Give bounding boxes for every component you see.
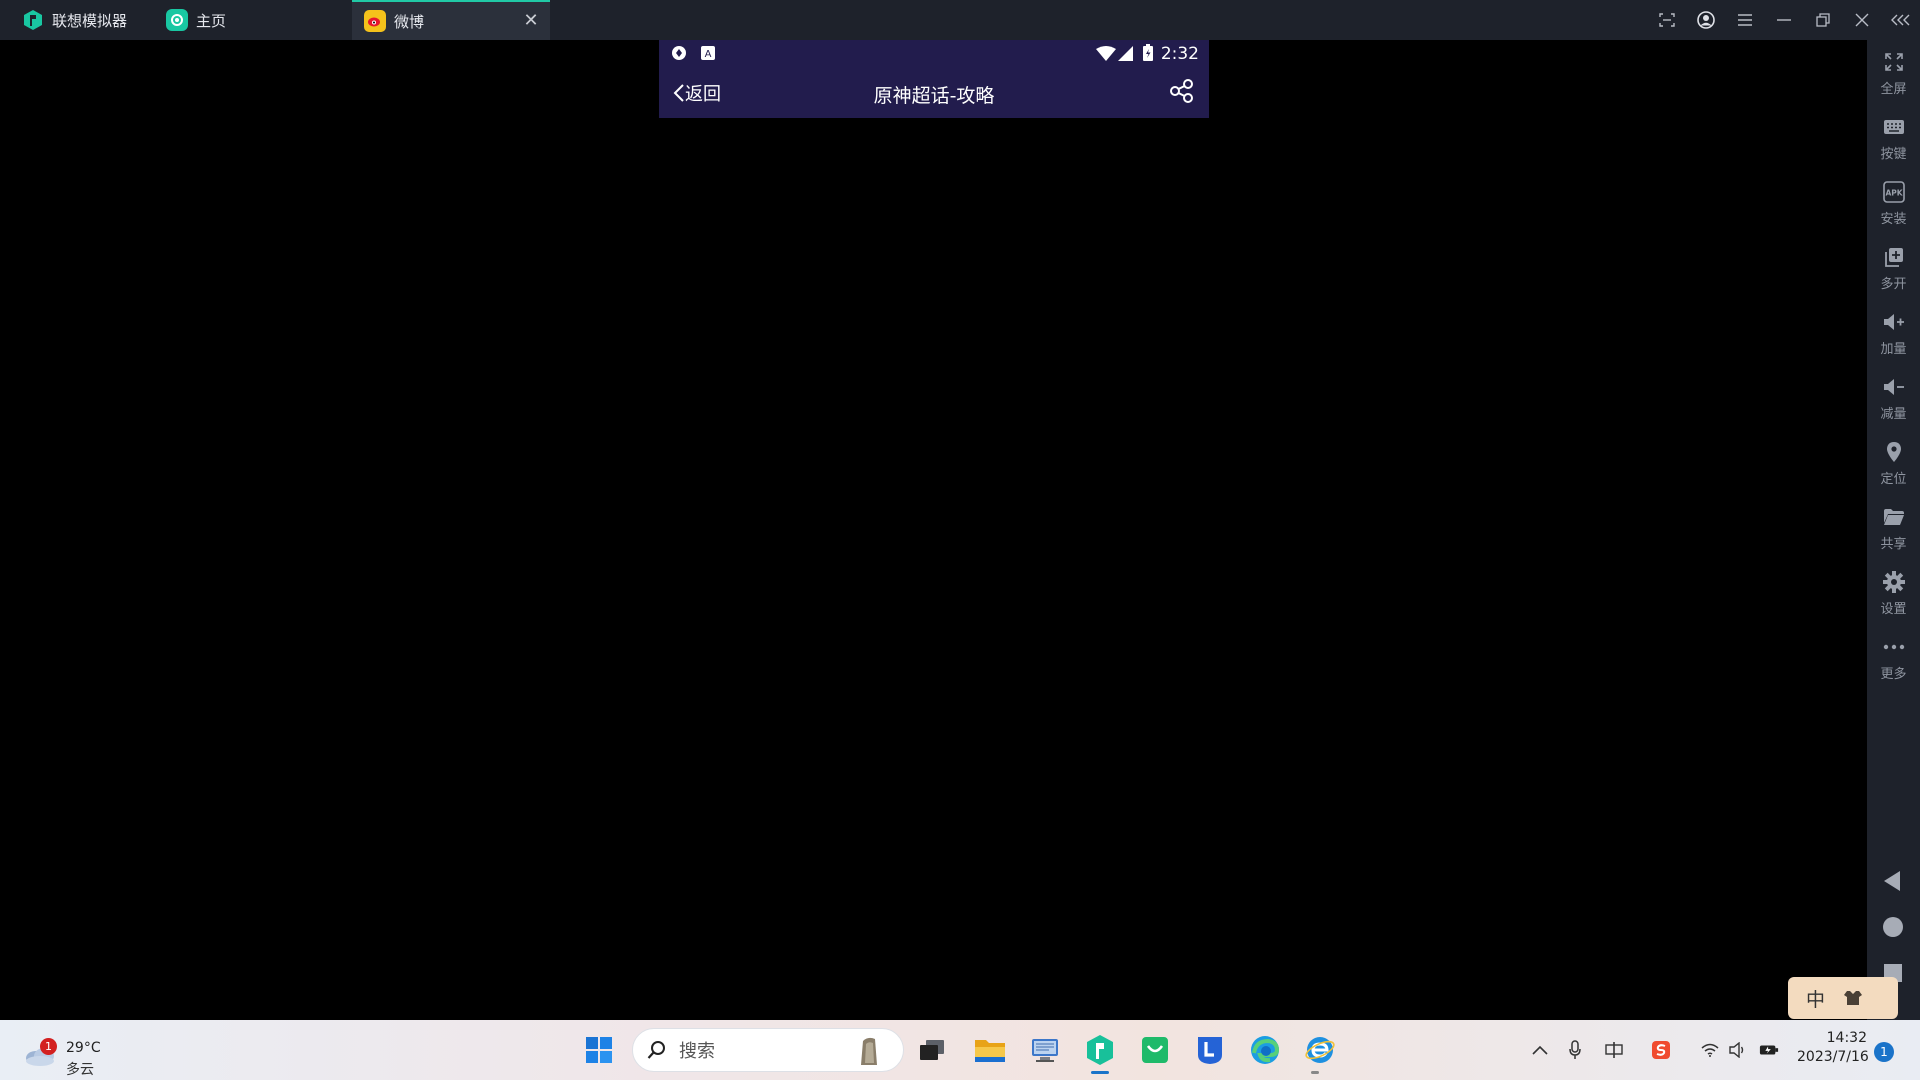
collapse-toolbar-icon[interactable] (1881, 0, 1920, 40)
ime-mode-label: 中 (1806, 988, 1826, 1011)
toolbar-label: 安装 (1880, 212, 1907, 227)
multi-instance-icon (1882, 245, 1906, 269)
taskbar-search[interactable]: 搜索 (632, 1028, 904, 1072)
weibo-icon (364, 10, 386, 32)
toolbar-label: 减量 (1880, 407, 1907, 422)
keyboard-a-icon: A (701, 46, 715, 60)
edge-browser-icon[interactable] (1247, 1032, 1283, 1068)
search-placeholder: 搜索 (679, 1041, 715, 1062)
volume-down-icon (1882, 375, 1906, 399)
toolbar-install[interactable]: APK 安装 (1867, 174, 1920, 234)
svg-text:A: A (705, 49, 712, 60)
notification-badge[interactable]: 1 (1874, 1042, 1894, 1062)
battery-icon (1143, 44, 1153, 61)
toolbar-label: 加量 (1880, 342, 1907, 357)
toolbar-label: 多开 (1880, 277, 1907, 292)
phone-screen-header: A 2:32 返回 原神超话-攻略 (659, 40, 1209, 118)
lenovo-l-icon[interactable] (1192, 1032, 1228, 1068)
location-icon (1882, 440, 1906, 464)
weather-desc: 多云 (66, 1062, 94, 1078)
search-highlight-image-icon (861, 1037, 877, 1065)
windows-taskbar: 1 29°C 多云 搜索 14:32 2023/7/16 1 (0, 1020, 1920, 1080)
folder-icon (1882, 505, 1906, 529)
toolbar-multi-instance[interactable]: 多开 (1867, 239, 1920, 299)
toolbar-label: 设置 (1880, 602, 1907, 617)
sogou-ime-icon[interactable] (1651, 1040, 1671, 1060)
cell-signal-icon (1118, 46, 1133, 61)
toolbar-label: 共享 (1880, 537, 1907, 552)
search-icon (647, 1041, 665, 1059)
lenovo-emulator-taskbar-icon[interactable] (1082, 1032, 1118, 1068)
tab-weibo-label: 微博 (394, 12, 425, 31)
home-tab-icon (166, 9, 188, 31)
app-title-label: 联想模拟器 (52, 11, 128, 30)
more-icon (1882, 635, 1906, 659)
battery-tray-icon[interactable] (1759, 1040, 1779, 1060)
tab-home[interactable]: 主页 (166, 0, 226, 40)
svg-text:APK: APK (1885, 189, 1903, 198)
minimize-icon[interactable] (1764, 0, 1803, 40)
weather-widget[interactable]: 1 29°C 多云 (24, 1030, 114, 1078)
page-title: 原神超话-攻略 (873, 85, 995, 107)
app-store-icon[interactable] (1137, 1032, 1173, 1068)
status-time: 2:32 (1160, 44, 1199, 64)
android-home-icon[interactable] (1880, 914, 1906, 940)
weather-temp: 29°C (66, 1040, 101, 1056)
running-app-indicator (1311, 1071, 1319, 1074)
sync-icon (672, 46, 686, 60)
window-controls (1647, 0, 1920, 40)
fullscreen-icon (1882, 50, 1906, 74)
toolbar-label: 全屏 (1880, 82, 1907, 97)
screenshot-icon[interactable] (1647, 0, 1686, 40)
ime-toolbar[interactable]: 中 (1788, 977, 1898, 1019)
toolbar-settings[interactable]: 设置 (1867, 564, 1920, 624)
toolbar-keymap[interactable]: 按键 (1867, 109, 1920, 169)
windows-start-icon[interactable] (581, 1032, 617, 1068)
wifi-tray-icon[interactable] (1700, 1040, 1720, 1060)
active-app-indicator (1091, 1071, 1109, 1074)
share-icon[interactable] (1169, 78, 1195, 104)
file-explorer-icon[interactable] (972, 1032, 1008, 1068)
input-method-icon[interactable] (1604, 1040, 1624, 1060)
close-tab-icon[interactable]: ✕ (522, 12, 540, 30)
restore-icon[interactable] (1803, 0, 1842, 40)
toolbar-volume-down[interactable]: 减量 (1867, 369, 1920, 429)
ime-skin-icon[interactable] (1843, 990, 1863, 1006)
tab-weibo[interactable]: 微博 ✕ (352, 0, 550, 40)
menu-icon[interactable] (1725, 0, 1764, 40)
toolbar-label: 定位 (1880, 472, 1907, 487)
android-back-icon[interactable] (1880, 868, 1906, 894)
emulator-titlebar: 联想模拟器 主页 微博 ✕ (0, 0, 1920, 40)
lenovo-emulator-logo-icon (22, 9, 44, 31)
clock-time: 14:32 (1826, 1030, 1867, 1046)
tab-home-label: 主页 (196, 11, 227, 30)
toolbar-label: 更多 (1880, 667, 1907, 682)
weather-badge: 1 (40, 1038, 57, 1055)
gear-icon (1882, 570, 1906, 594)
phone-nav-bar: 返回 原神超话-攻略 (659, 68, 1209, 118)
ie-browser-icon[interactable] (1302, 1032, 1338, 1068)
task-view-icon[interactable] (914, 1032, 950, 1068)
taskbar-clock[interactable]: 14:32 2023/7/16 (1797, 1030, 1869, 1065)
toolbar-more[interactable]: 更多 (1867, 629, 1920, 689)
microphone-icon[interactable] (1565, 1040, 1585, 1060)
toolbar-share-folder[interactable]: 共享 (1867, 499, 1920, 559)
keyboard-icon (1882, 115, 1906, 139)
close-window-icon[interactable] (1842, 0, 1881, 40)
chevron-up-icon[interactable] (1530, 1040, 1550, 1060)
remote-desktop-icon[interactable] (1027, 1032, 1063, 1068)
android-status-bar: A 2:32 (659, 40, 1209, 68)
speaker-icon[interactable] (1728, 1040, 1748, 1060)
clock-date: 2023/7/16 (1797, 1049, 1869, 1065)
app-title: 联想模拟器 (22, 0, 127, 40)
account-icon[interactable] (1686, 0, 1725, 40)
toolbar-volume-up[interactable]: 加量 (1867, 304, 1920, 364)
toolbar-location[interactable]: 定位 (1867, 434, 1920, 494)
wifi-icon (1096, 46, 1116, 61)
toolbar-label: 按键 (1880, 147, 1907, 162)
toolbar-fullscreen[interactable]: 全屏 (1867, 44, 1920, 104)
volume-up-icon (1882, 310, 1906, 334)
apk-icon: APK (1882, 180, 1906, 204)
